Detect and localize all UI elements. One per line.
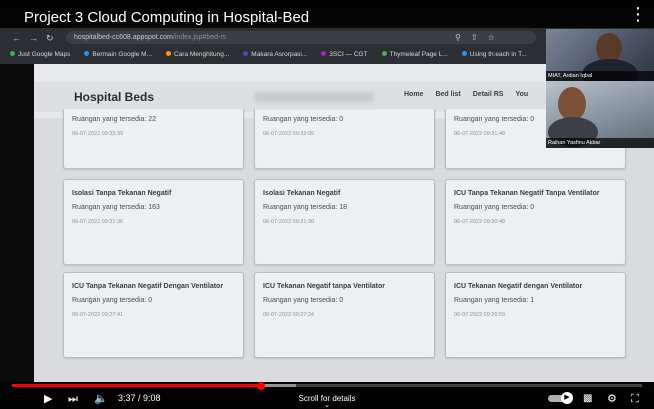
chevron-down-icon: ⌄: [324, 402, 330, 409]
blurred-search-field[interactable]: [254, 92, 374, 102]
more-options-icon[interactable]: ⋮: [628, 4, 648, 24]
share-icon[interactable]: ⇧: [471, 33, 478, 42]
bookmark-label: Just Google Maps: [18, 50, 71, 58]
bookmark-favicon-icon: [381, 51, 387, 57]
nav-links: Home Bed list Detail RS You: [404, 91, 528, 98]
bookmark-favicon-icon: [243, 51, 249, 57]
progress-scrubber[interactable]: [257, 382, 266, 390]
bookmark-favicon-icon: [84, 51, 90, 57]
bookmark-item[interactable]: Thymeleaf Page L...: [381, 50, 448, 58]
settings-gear-icon[interactable]: ⚙: [607, 392, 617, 406]
bed-card[interactable]: Isolasi Tekanan Negatif Ruangan yang ters…: [254, 179, 435, 265]
autoplay-play-icon: ▶: [561, 392, 573, 404]
bookmark-label: Using th:each in T...: [469, 50, 527, 58]
bookmark-item[interactable]: Just Google Maps: [10, 51, 70, 58]
bed-card[interactable]: Isolasi Tanpa Tekanan Negatif Ruangan yan…: [63, 179, 244, 265]
video-frame[interactable]: Project 3 Cloud Computing in Hospital-Be…: [0, 0, 654, 409]
bed-card-timestamp: 06-07-2022 09:27:41: [72, 312, 124, 318]
bed-card-availability: Ruangan yang tersedia: 0: [263, 297, 344, 304]
bookmark-item[interactable]: 3SCI — CGT: [321, 50, 368, 58]
nav-bed-list[interactable]: Bed list: [435, 91, 460, 98]
progress-bar[interactable]: [12, 382, 642, 390]
bookmark-favicon-icon: [461, 51, 467, 57]
bed-card-title: Isolasi Tanpa Tekanan Negatif: [72, 190, 172, 197]
bed-card-availability: Ruangan yang tersedia: 0: [454, 204, 535, 211]
reload-icon[interactable]: ↻: [46, 33, 54, 44]
bookmark-label: Bermain Google M...: [92, 50, 152, 58]
player-controls: ▶ ⏭ 🔈 3:37 / 9:08 Scroll for details ⌄ ▶…: [0, 382, 654, 409]
bed-card-title: Isolasi Tekanan Negatif: [263, 190, 341, 197]
bed-card-title: ICU Tanpa Tekanan Negatif Tanpa Ventilat…: [454, 190, 600, 197]
bed-card[interactable]: Ruangan yang tersedia: 22 06-07-2022 09:3…: [63, 109, 244, 169]
bed-card-timestamp: 06-07-2022 09:31:36: [72, 219, 124, 225]
webcam-raihan: Raihan Yasfinu Akbar: [546, 81, 654, 148]
url-host: hospitalbed-cc608.appspot.com: [74, 34, 173, 41]
webcam-ardian: MIAT, Ardian Iqbal: [546, 29, 654, 81]
bookmark-label: 3SCI — CGT: [329, 50, 368, 58]
nav-detail-rs[interactable]: Detail RS: [473, 91, 504, 98]
star-icon[interactable]: ☆: [488, 33, 495, 42]
participant-face: [558, 87, 586, 121]
bed-card-timestamp: 06-07-2022 09:30:48: [454, 219, 506, 225]
bookmark-favicon-icon: [321, 51, 327, 57]
webcam-name-label: Raihan Yasfinu Akbar: [546, 138, 654, 148]
bed-card-timestamp: 06-07-2022 09:32:39: [72, 131, 124, 137]
browser-nav-buttons: ← → ↻: [12, 33, 54, 44]
bookmark-label: Thymeleaf Page L...: [389, 50, 448, 58]
nav-home[interactable]: Home: [404, 91, 423, 98]
bed-card-timestamp: 06-07-2022 09:32:09: [263, 131, 315, 137]
bed-card[interactable]: ICU Tanpa Tekanan Negatif Tanpa Ventilat…: [445, 179, 626, 265]
bed-card-title: ICU Tekanan Negatif dengan Ventilator: [454, 283, 583, 290]
bed-card[interactable]: ICU Tekanan Negatif dengan Ventilator Rua…: [445, 272, 626, 358]
bed-card-timestamp: 06-07-2022 09:31:30: [263, 219, 315, 225]
bed-card-timestamp: 06-07-2022 09:26:59: [454, 312, 506, 318]
bookmark-item[interactable]: Makara Asrorpasi...: [243, 51, 307, 58]
bed-card-title: ICU Tekanan Negatif tanpa Ventilator: [263, 283, 386, 290]
bed-card-availability: Ruangan yang tersedia: 22: [72, 116, 157, 123]
browser-extension-icons: ⚲ ⇧ ☆: [455, 33, 495, 42]
video-title: Project 3 Cloud Computing in Hospital-Be…: [0, 0, 654, 28]
bed-card[interactable]: ICU Tanpa Tekanan Negatif Dengan Ventila…: [63, 272, 244, 358]
bed-card-availability: Ruangan yang tersedia: 0: [263, 116, 344, 123]
forward-icon[interactable]: →: [29, 33, 38, 44]
back-icon[interactable]: ←: [12, 33, 21, 44]
autoplay-toggle[interactable]: ▶: [548, 392, 573, 404]
bed-card-availability: Ruangan yang tersedia: 18: [263, 204, 348, 211]
bookmark-favicon-icon: [10, 51, 15, 57]
url-path: /index.jsp#bed-rs: [172, 34, 227, 41]
site-brand[interactable]: Hospital Beds: [74, 90, 154, 104]
bed-card-availability: Ruangan yang tersedia: 0: [72, 297, 153, 304]
bed-card-availability: Ruangan yang tersedia: 1: [454, 297, 535, 304]
nav-user[interactable]: You: [515, 91, 528, 98]
bookmark-label: Cara Menghitung...: [174, 50, 230, 58]
bookmark-item[interactable]: Using th:each in T...: [461, 50, 527, 58]
bookmark-item[interactable]: Cara Menghitung...: [166, 51, 229, 58]
fullscreen-icon[interactable]: ⛶: [631, 392, 639, 406]
bed-card-title: ICU Tanpa Tekanan Negatif Dengan Ventila…: [72, 283, 224, 290]
captions-icon[interactable]: ▩: [583, 392, 592, 406]
webcam-name-label: MIAT, Ardian Iqbal: [546, 71, 654, 81]
bed-card[interactable]: Ruangan yang tersedia: 0 06-07-2022 09:32…: [254, 109, 435, 169]
bed-card-availability: Ruangan yang tersedia: 163: [72, 204, 160, 211]
bookmark-label: Makara Asrorpasi...: [251, 50, 308, 58]
bookmark-favicon-icon: [166, 51, 171, 57]
key-icon[interactable]: ⚲: [455, 33, 461, 42]
bed-card-timestamp: 06-07-2022 09:27:24: [263, 312, 315, 318]
bookmark-item[interactable]: Bermain Google M...: [84, 51, 152, 58]
progress-played: [12, 384, 262, 387]
bed-card[interactable]: ICU Tekanan Negatif tanpa Ventilator Ruan…: [254, 272, 435, 358]
